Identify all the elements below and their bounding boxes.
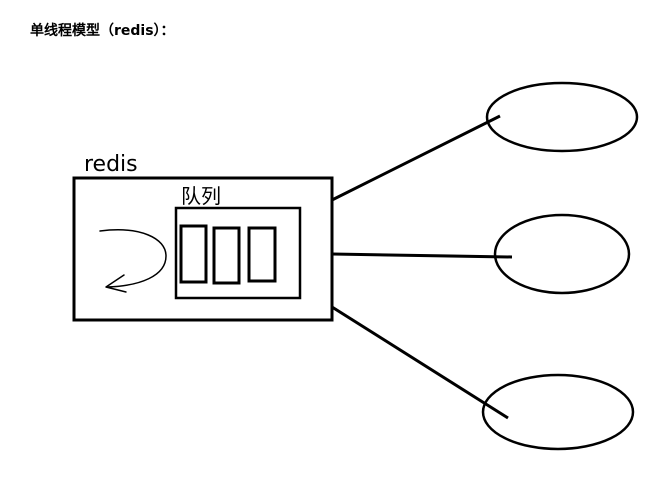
redis-single-thread-diagram: redis 队列 (72, 81, 639, 451)
queue-label: 队列 (181, 184, 221, 208)
connection-line-top (331, 114, 501, 202)
connection-line-bottom (331, 305, 509, 420)
queue-slot (179, 224, 208, 284)
connection-line-middle (331, 252, 513, 259)
event-loop-arrowhead (105, 274, 127, 293)
client-node-top (485, 81, 639, 153)
redis-label: redis (84, 152, 138, 177)
event-loop-arrow (99, 229, 167, 288)
queue-slot (212, 226, 241, 285)
client-node-bottom (481, 373, 635, 451)
client-node-middle (493, 213, 631, 295)
queue-slot (247, 226, 277, 283)
